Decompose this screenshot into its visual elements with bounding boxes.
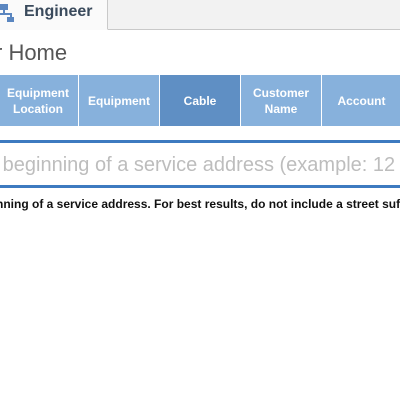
search-box <box>0 140 400 188</box>
org-chart-icon <box>0 2 18 24</box>
page-title: r Home <box>0 40 68 65</box>
tab-equipment[interactable]: Equipment <box>79 75 160 126</box>
engineer-tab[interactable]: Engineer <box>0 0 108 30</box>
search-type-tabs: Equipment Location Equipment Cable Custo… <box>0 75 400 126</box>
tab-cable[interactable]: Cable <box>160 75 241 126</box>
tab-equipment-location[interactable]: Equipment Location <box>0 75 79 126</box>
app-tab-bar: Engineer <box>0 0 400 30</box>
service-address-search-input[interactable] <box>0 151 400 179</box>
search-hint-text: nning of a service address. For best res… <box>0 197 400 211</box>
engineer-tab-label: Engineer <box>24 3 93 20</box>
tab-account[interactable]: Account <box>322 75 400 126</box>
tab-customer-name[interactable]: Customer Name <box>241 75 322 126</box>
